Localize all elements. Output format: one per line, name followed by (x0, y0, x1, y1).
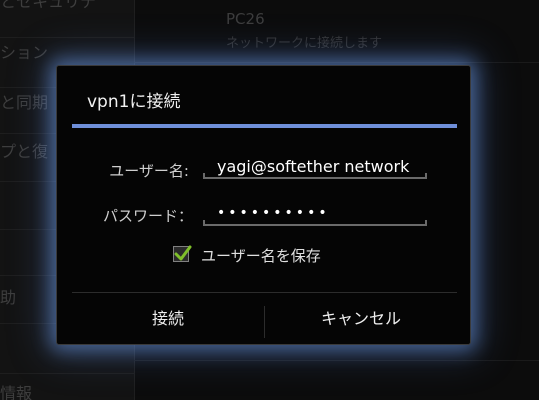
username-field[interactable]: yagi@softether network (203, 157, 427, 179)
password-value: •••••••••• (217, 205, 330, 221)
vpn-connect-dialog: vpn1に接続 ユーザー名: yagi@softether network パス… (56, 65, 471, 345)
title-divider (72, 124, 457, 128)
divider (134, 360, 539, 361)
settings-item[interactable]: 情報 (0, 380, 134, 400)
checkmark-icon (174, 245, 192, 261)
connect-button[interactable]: 接続 (72, 294, 264, 344)
dialog-title: vpn1に接続 (87, 92, 181, 112)
settings-item-label: と同期 (0, 93, 49, 112)
password-field[interactable]: •••••••••• (203, 204, 427, 226)
save-username-label[interactable]: ユーザー名を保存 (201, 245, 321, 266)
settings-item-label: プと復 (0, 142, 49, 161)
network-title: PC26 (226, 10, 265, 28)
settings-item[interactable]: とセキュリテ (0, 0, 134, 38)
password-label: パスワード： (102, 207, 193, 225)
username-value: yagi@softether network (217, 157, 410, 176)
network-subtitle: ネットワークに接続します (226, 36, 383, 51)
settings-item-label: ション (0, 43, 49, 62)
cancel-button[interactable]: キャンセル (265, 294, 457, 344)
settings-item-label: とセキュリテ (0, 0, 97, 11)
settings-item-label: 情報 (0, 384, 33, 400)
settings-item-label: 助 (0, 288, 17, 307)
footer-divider (72, 292, 457, 293)
save-username-checkbox[interactable] (173, 245, 192, 262)
username-label: ユーザー名: (109, 162, 189, 180)
divider (134, 62, 539, 63)
